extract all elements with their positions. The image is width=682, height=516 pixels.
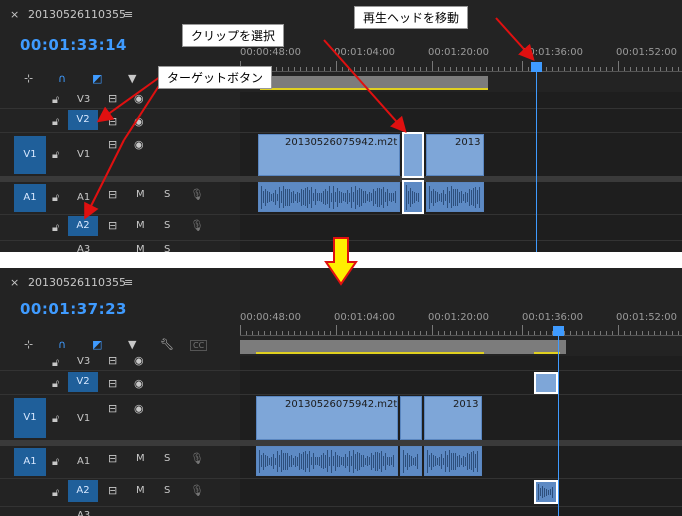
arrow-to-target-v2 — [96, 73, 165, 123]
down-arrow-icon — [324, 237, 358, 286]
callout-move-playhead: 再生ヘッドを移動 — [354, 6, 469, 29]
annotation-overlay — [84, 17, 535, 286]
arrow-to-target-a2 — [84, 139, 125, 220]
callout-target-button: ターゲットボタン — [158, 66, 273, 89]
arrow-to-selected-clip — [323, 39, 407, 133]
callout-select-clip: クリップを選択 — [182, 24, 285, 47]
arrow-to-playhead — [495, 17, 535, 61]
